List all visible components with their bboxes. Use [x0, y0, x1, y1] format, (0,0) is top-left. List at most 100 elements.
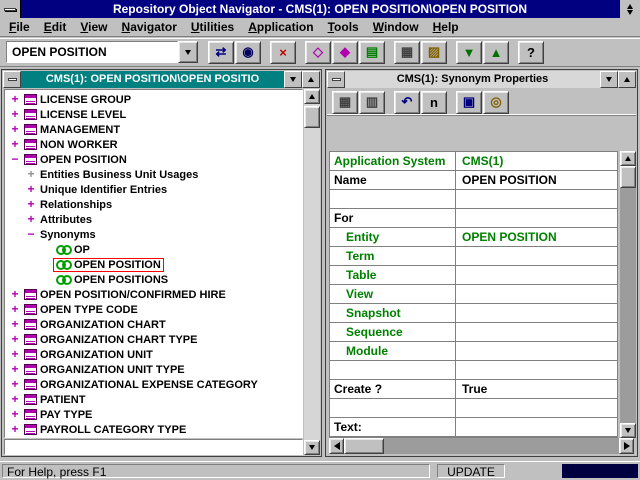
- undo-button[interactable]: ↶: [394, 91, 420, 114]
- tree-expander-plus-icon[interactable]: +: [25, 183, 37, 196]
- tree-item-content[interactable]: ORGANIZATION UNIT TYPE: [21, 363, 188, 377]
- tree-item-content[interactable]: PAYROLL CATEGORY TYPE: [21, 423, 189, 437]
- property-value[interactable]: [456, 266, 617, 285]
- menu-application[interactable]: Application: [241, 18, 320, 36]
- tree-item[interactable]: +ORGANIZATION CHART TYPE: [5, 332, 302, 347]
- tree-item[interactable]: +PAY TYPE: [5, 407, 302, 422]
- menu-navigator[interactable]: Navigator: [115, 18, 184, 36]
- tree-item-content[interactable]: Attributes: [37, 213, 95, 227]
- tree-expander-plus-icon[interactable]: +: [25, 168, 37, 181]
- tree-expander-plus-icon[interactable]: +: [9, 363, 21, 376]
- tree-expander-plus-icon[interactable]: +: [9, 123, 21, 136]
- tree-item[interactable]: +OPEN POSITION/CONFIRMED HIRE: [5, 287, 302, 302]
- help-button[interactable]: ?: [518, 41, 544, 64]
- tree-window-minimize-button[interactable]: [284, 71, 302, 88]
- create-child-button[interactable]: ◆: [332, 41, 358, 64]
- property-value[interactable]: [456, 190, 617, 209]
- tree-expander-minus-icon[interactable]: −: [9, 153, 21, 166]
- property-value[interactable]: [456, 361, 617, 380]
- menu-edit[interactable]: Edit: [37, 18, 74, 36]
- tree-item[interactable]: +ORGANIZATIONAL EXPENSE CATEGORY: [5, 377, 302, 392]
- object-combo-value[interactable]: OPEN POSITION: [6, 41, 178, 63]
- menu-view[interactable]: View: [73, 18, 114, 36]
- requery-properties-button[interactable]: ▥: [359, 91, 385, 114]
- tree-expander-plus-icon[interactable]: +: [9, 303, 21, 316]
- menu-utilities[interactable]: Utilities: [184, 18, 241, 36]
- tree-item[interactable]: +Attributes: [5, 212, 302, 227]
- tree-item[interactable]: +ORGANIZATION UNIT: [5, 347, 302, 362]
- tree-item[interactable]: +LICENSE LEVEL: [5, 107, 302, 122]
- save-button[interactable]: ▣: [456, 91, 482, 114]
- database-button[interactable]: ▤: [359, 41, 385, 64]
- tree-expander-plus-icon[interactable]: +: [9, 288, 21, 301]
- properties-scroll-down-button[interactable]: [620, 423, 636, 438]
- tree-window-maximize-button[interactable]: [302, 71, 320, 88]
- properties-hscroll-trough[interactable]: [344, 438, 619, 454]
- tree-expander-plus-icon[interactable]: +: [9, 138, 21, 151]
- create-object-button[interactable]: ◇: [305, 41, 331, 64]
- property-value[interactable]: [456, 209, 617, 228]
- properties-hscroll-thumb[interactable]: [344, 438, 384, 454]
- tree-item-content[interactable]: PATIENT: [21, 393, 88, 407]
- tree-item-content[interactable]: PAY TYPE: [21, 408, 95, 422]
- tree-item[interactable]: +NON WORKER: [5, 137, 302, 152]
- tree-item-content[interactable]: ORGANIZATION CHART: [21, 318, 169, 332]
- tree-scroll-trough[interactable]: [304, 104, 320, 440]
- tree-scroll-up-button[interactable]: [304, 89, 320, 104]
- restore-button[interactable]: [619, 0, 640, 18]
- expand-all-button[interactable]: ▼: [456, 41, 482, 64]
- properties-scroll-left-button[interactable]: [329, 438, 344, 454]
- property-value[interactable]: [456, 247, 617, 266]
- tree-item[interactable]: +ORGANIZATION UNIT TYPE: [5, 362, 302, 377]
- delete-button[interactable]: ×: [270, 41, 296, 64]
- pin-button[interactable]: ◎: [483, 91, 509, 114]
- requery-button[interactable]: ⇄: [208, 41, 234, 64]
- tree-item-content[interactable]: ORGANIZATION CHART TYPE: [21, 333, 200, 347]
- tree-item[interactable]: OP: [5, 242, 302, 257]
- tree-item-content[interactable]: OPEN POSITION: [21, 153, 130, 167]
- tree-expander-plus-icon[interactable]: +: [9, 423, 21, 436]
- tree-item[interactable]: +OPEN TYPE CODE: [5, 302, 302, 317]
- tree-item-content[interactable]: MANAGEMENT: [21, 123, 123, 137]
- tree-item-content[interactable]: Relationships: [37, 198, 115, 212]
- tree-expander-plus-icon[interactable]: +: [9, 318, 21, 331]
- tree-item-content[interactable]: NON WORKER: [21, 138, 121, 152]
- combo-dropdown-button[interactable]: [178, 41, 198, 63]
- property-value[interactable]: [456, 418, 617, 437]
- tree-scroll-thumb[interactable]: [304, 106, 320, 128]
- tree-expander-plus-icon[interactable]: +: [9, 333, 21, 346]
- properties-scroll-trough[interactable]: [620, 166, 636, 423]
- tree-item[interactable]: +Entities Business Unit Usages: [5, 167, 302, 182]
- tree-expander-plus-icon[interactable]: +: [9, 93, 21, 106]
- properties-window-minimize-button[interactable]: [600, 71, 618, 88]
- tree-window-system-button[interactable]: [3, 71, 21, 88]
- property-value[interactable]: OPEN POSITION: [456, 228, 617, 247]
- tree-item-content[interactable]: LICENSE GROUP: [21, 93, 134, 107]
- tree-item-content[interactable]: Unique Identifier Entries: [37, 183, 170, 197]
- tree-expander-plus-icon[interactable]: +: [9, 108, 21, 121]
- properties-scroll-up-button[interactable]: [620, 151, 636, 166]
- menu-tools[interactable]: Tools: [321, 18, 366, 36]
- tree-item-content[interactable]: ORGANIZATION UNIT: [21, 348, 156, 362]
- property-value[interactable]: [456, 323, 617, 342]
- tree-item[interactable]: +Relationships: [5, 197, 302, 212]
- tree-item[interactable]: OPEN POSITIONS: [5, 272, 302, 287]
- diagram-button[interactable]: ▦: [332, 91, 358, 114]
- tree-scroll-down-button[interactable]: [304, 440, 320, 455]
- tree-expander-plus-icon[interactable]: +: [9, 348, 21, 361]
- menu-window[interactable]: Window: [366, 18, 426, 36]
- tree-expander-minus-icon[interactable]: −: [25, 228, 37, 241]
- tree-item-content[interactable]: ORGANIZATIONAL EXPENSE CATEGORY: [21, 378, 261, 392]
- property-value[interactable]: [456, 399, 617, 418]
- tree-find-input[interactable]: [4, 439, 303, 455]
- properties-scroll-right-button[interactable]: [619, 438, 634, 454]
- tree-item[interactable]: +PATIENT: [5, 392, 302, 407]
- property-value[interactable]: [456, 342, 617, 361]
- insert-text-button[interactable]: n: [421, 91, 447, 114]
- system-menu-button[interactable]: [0, 0, 21, 18]
- properties-window-system-button[interactable]: [327, 71, 345, 88]
- tree-item-content[interactable]: OPEN TYPE CODE: [21, 303, 141, 317]
- property-value[interactable]: OPEN POSITION: [456, 171, 617, 190]
- property-value[interactable]: True: [456, 380, 617, 399]
- properties-scroll-thumb[interactable]: [620, 166, 636, 188]
